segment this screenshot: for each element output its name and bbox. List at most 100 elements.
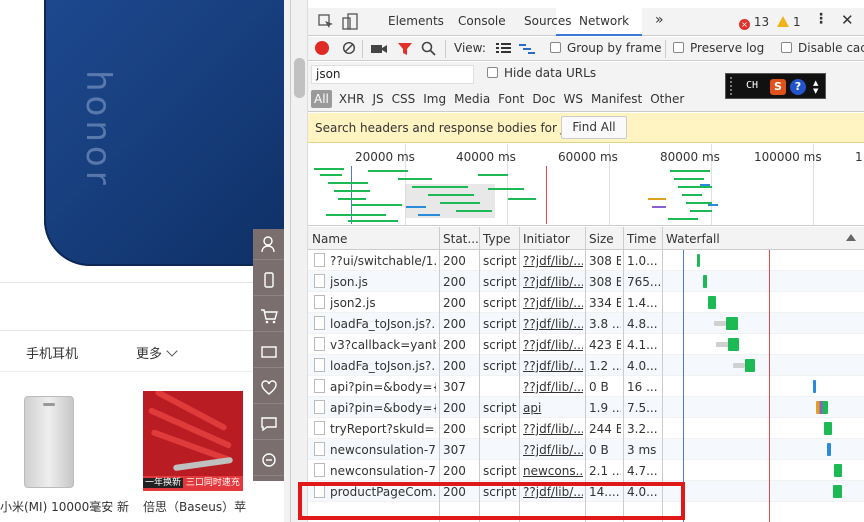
table-row[interactable]: json2.js 200 script ??jdf/lib/... 334 B 1.4..… <box>308 292 864 313</box>
request-initiator-link[interactable]: ??jdf/lib/... <box>523 380 583 394</box>
request-name[interactable]: loadFa_toJson.js?... <box>330 359 436 373</box>
request-initiator-link[interactable]: ??jdf/lib/... <box>523 254 583 268</box>
waterfall-bar[interactable] <box>728 338 739 351</box>
group-by-frame-checkbox[interactable]: Group by frame <box>550 41 661 55</box>
waterfall-bar[interactable] <box>726 317 738 330</box>
table-row[interactable]: loadFa_toJson.js?... 200 script ??jdf/lib/.… <box>308 355 864 376</box>
error-warning-counter[interactable]: × 13 1 <box>739 15 801 30</box>
ticket-icon[interactable] <box>253 337 284 368</box>
more-tabs-chevron-icon[interactable]: » <box>655 12 664 28</box>
column-header-waterfall[interactable]: Waterfall <box>666 232 720 246</box>
table-row[interactable]: newconsulation-7... 200 script newcons... 2.… <box>308 460 864 481</box>
tab-sources[interactable]: Sources <box>524 14 571 28</box>
request-initiator-link[interactable]: ??jdf/lib/... <box>523 422 583 436</box>
devtools-menu-icon[interactable]: ⋮ <box>814 11 828 27</box>
waterfall-overview-icon[interactable] <box>518 40 536 58</box>
capture-screenshots-icon[interactable] <box>370 40 388 58</box>
waterfall-bar[interactable] <box>697 254 700 267</box>
column-header-type[interactable]: Type <box>483 232 511 246</box>
filter-type-all[interactable]: All <box>311 90 332 108</box>
filter-type-manifest[interactable]: Manifest <box>591 92 642 106</box>
waterfall-bar[interactable] <box>824 422 832 435</box>
tab-elements[interactable]: Elements <box>388 14 444 28</box>
request-name[interactable]: v3?callback=yanb... <box>330 338 436 352</box>
cart-icon[interactable] <box>253 301 284 332</box>
phone-icon[interactable] <box>253 265 284 296</box>
devtools-left-scrollbar[interactable] <box>291 0 308 522</box>
filter-type-other[interactable]: Other <box>650 92 684 106</box>
request-initiator-link[interactable]: ??jdf/lib/... <box>523 275 583 289</box>
subnav-more-dropdown[interactable]: 更多 <box>136 343 176 362</box>
table-row[interactable]: tryReport?skuId=... 200 script ??jdf/lib/..… <box>308 418 864 439</box>
tab-network[interactable]: Network <box>579 14 629 28</box>
filter-type-img[interactable]: Img <box>423 92 446 106</box>
help-icon[interactable]: ? <box>790 79 806 95</box>
request-name[interactable]: newconsulation-7... <box>330 443 436 457</box>
sogou-logo-icon[interactable]: S <box>770 79 786 95</box>
column-header-initiator[interactable]: Initiator <box>523 232 570 246</box>
filter-type-css[interactable]: CSS <box>392 92 416 106</box>
request-initiator-link[interactable]: ??jdf/lib/... <box>523 443 583 457</box>
waterfall-bar[interactable] <box>703 275 707 288</box>
product-thumb-powerbank[interactable] <box>24 396 74 488</box>
grip-icon[interactable] <box>730 77 738 95</box>
table-row[interactable]: newconsulation-7... 307 ??jdf/lib/... 0 B 3 … <box>308 439 864 460</box>
request-name[interactable]: tryReport?skuId=... <box>330 422 436 436</box>
request-initiator-link[interactable]: ??jdf/lib/... <box>523 296 583 310</box>
waterfall-bar[interactable] <box>827 443 831 456</box>
request-name[interactable]: ??ui/switchable/1... <box>330 254 436 268</box>
table-row[interactable]: api?pin=&body={... 200 script api 1.9 ... 7.5… <box>308 397 864 418</box>
user-icon[interactable] <box>253 229 284 260</box>
request-name[interactable]: json.js <box>330 275 436 289</box>
inspect-element-icon[interactable] <box>317 13 335 31</box>
record-button[interactable] <box>315 41 329 55</box>
product-caption[interactable]: 倍思（Baseus）苹 <box>143 498 246 515</box>
network-overview-timeline[interactable]: 20000 ms 40000 ms 60000 ms 80000 ms 1000… <box>308 144 864 226</box>
request-name[interactable]: api?pin=&body={... <box>330 401 436 415</box>
waterfall-bar[interactable] <box>834 464 842 477</box>
close-devtools-icon[interactable]: ✕ <box>841 11 854 29</box>
filter-type-xhr[interactable]: XHR <box>339 92 365 106</box>
filter-type-media[interactable]: Media <box>454 92 490 106</box>
waterfall-bar[interactable] <box>745 359 755 372</box>
table-row[interactable]: v3?callback=yanb... 200 script ??jdf/lib/..… <box>308 334 864 355</box>
filter-type-font[interactable]: Font <box>498 92 524 106</box>
request-name[interactable]: loadFa_toJson.js?... <box>330 317 436 331</box>
filter-type-ws[interactable]: WS <box>564 92 583 106</box>
table-row[interactable]: api?pin=&body={... 307 ??jdf/lib/... 0 B 16 … <box>308 376 864 397</box>
column-header-time[interactable]: Time <box>627 232 656 246</box>
product-thumb-cable[interactable]: 一年换新 三口同时速充 <box>143 391 243 491</box>
waterfall-bar[interactable] <box>708 296 716 309</box>
ime-toolbar[interactable]: CH S ? ▲ ▼ <box>725 73 826 99</box>
request-initiator-link[interactable]: ??jdf/lib/... <box>523 338 583 352</box>
filter-icon[interactable] <box>396 40 414 58</box>
waterfall-bar[interactable] <box>833 485 842 498</box>
product-caption[interactable]: 小米(MI) 10000毫安 新 <box>0 498 129 515</box>
clear-icon[interactable] <box>341 40 359 58</box>
request-name[interactable]: json2.js <box>330 296 436 310</box>
column-header-status[interactable]: Stat... <box>443 232 479 246</box>
filter-type-doc[interactable]: Doc <box>532 92 555 106</box>
column-header-size[interactable]: Size <box>589 232 614 246</box>
request-name[interactable]: newconsulation-7... <box>330 464 436 478</box>
table-row[interactable]: loadFa_toJson.js?... 200 script ??jdf/lib/.… <box>308 313 864 334</box>
preserve-log-checkbox[interactable]: Preserve log <box>673 41 764 55</box>
filter-type-js[interactable]: JS <box>372 92 383 106</box>
chat-icon[interactable] <box>253 409 284 440</box>
request-initiator-link[interactable]: ??jdf/lib/... <box>523 359 583 373</box>
request-initiator-link[interactable]: ??jdf/lib/... <box>523 317 583 331</box>
heart-icon[interactable] <box>253 373 284 404</box>
tab-console[interactable]: Console <box>458 14 506 28</box>
subnav-item-headphones[interactable]: 手机耳机 <box>26 343 78 362</box>
search-icon[interactable] <box>420 40 438 58</box>
hide-data-urls-checkbox[interactable]: Hide data URLs <box>487 66 596 80</box>
waterfall-bar[interactable] <box>813 380 816 393</box>
table-row[interactable]: json.js 200 script ??jdf/lib/... 308 B 765... <box>308 271 864 292</box>
device-toolbar-icon[interactable] <box>341 13 359 31</box>
ime-mode-label[interactable]: CH <box>746 80 758 91</box>
request-initiator-link[interactable]: newcons... <box>523 464 583 478</box>
column-header-name[interactable]: Name <box>312 232 347 246</box>
table-row[interactable]: ??ui/switchable/1... 200 script ??jdf/lib/.… <box>308 250 864 271</box>
large-rows-icon[interactable] <box>494 40 512 58</box>
waterfall-bar[interactable] <box>816 401 828 414</box>
